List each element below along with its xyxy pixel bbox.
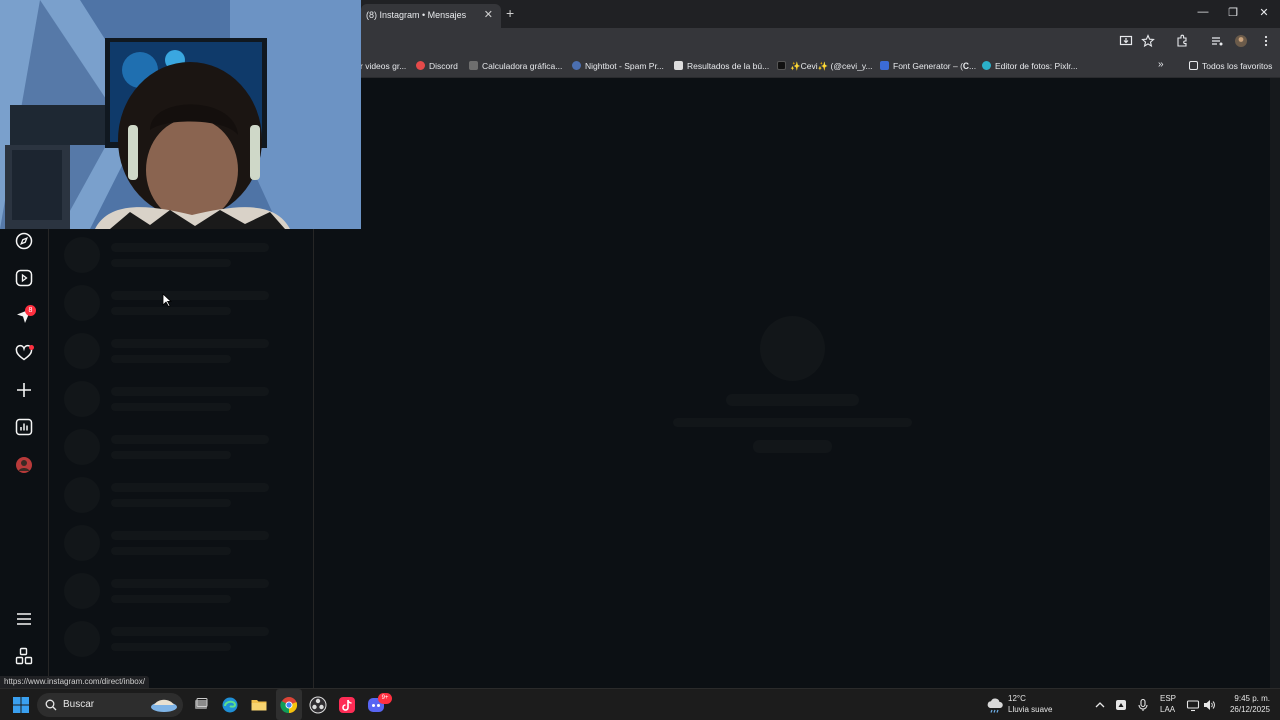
new-tab-button[interactable]: + <box>506 5 514 21</box>
bookmark-item[interactable]: Resultados de la bú... <box>674 61 769 71</box>
clock-time[interactable]: 9:45 p. m. <box>1226 694 1270 703</box>
more-menu-icon[interactable] <box>15 610 33 628</box>
keyboard-language[interactable]: ESP <box>1160 694 1176 703</box>
bookmark-item[interactable]: Editor de fotos: Pixlr... <box>982 61 1078 71</box>
taskbar-search[interactable]: Buscar <box>37 693 183 717</box>
minimize-button[interactable]: — <box>1195 6 1211 18</box>
file-explorer-icon[interactable] <box>250 696 268 714</box>
search-icon <box>45 699 57 711</box>
create-icon[interactable] <box>15 381 33 399</box>
explore-icon[interactable] <box>15 232 33 250</box>
threads-icon[interactable] <box>15 647 33 665</box>
close-window-button[interactable]: ✕ <box>1256 6 1272 19</box>
install-app-icon[interactable] <box>1119 34 1133 48</box>
discord-favicon-icon <box>416 61 425 70</box>
weather-description: Lluvia suave <box>1008 705 1053 714</box>
bookmark-item[interactable]: Nightbot - Spam Pr... <box>572 61 664 71</box>
search-placeholder: Buscar <box>63 699 95 710</box>
calculator-favicon-icon <box>469 61 478 70</box>
search-results-favicon-icon <box>674 61 683 70</box>
chat-button-skeleton <box>753 440 832 453</box>
media-control-icon[interactable] <box>1210 34 1224 48</box>
extensions-icon[interactable] <box>1175 34 1189 48</box>
notifications-dot <box>29 345 34 350</box>
microphone-icon[interactable] <box>1136 698 1150 712</box>
folder-icon <box>1189 61 1198 70</box>
windows-taskbar: Buscar 9+ 12°C Lluvia suave ESP LAA 9:45… <box>0 688 1280 720</box>
discord-badge: 9+ <box>378 693 392 704</box>
obs-studio-icon[interactable] <box>309 696 327 714</box>
chat-title-skeleton <box>726 394 859 406</box>
bookmark-item[interactable]: ✨Cevi✨ (@cevi_y... <box>777 61 873 72</box>
volume-icon[interactable] <box>1202 698 1216 712</box>
task-view-icon[interactable] <box>192 696 210 714</box>
chrome-icon[interactable] <box>280 696 298 714</box>
browser-menu-icon[interactable] <box>1259 34 1273 48</box>
tiktok-live-studio-icon[interactable] <box>338 696 356 714</box>
tab-title: (8) Instagram • Mensajes <box>366 10 467 20</box>
webcam-feed-image <box>0 0 361 229</box>
chat-subtitle-skeleton <box>673 418 912 427</box>
bookmark-item[interactable]: Font Generator – (𝐂... <box>880 61 976 72</box>
dashboard-icon[interactable] <box>15 418 33 436</box>
bookmark-item[interactable]: r videos gr... <box>360 61 406 71</box>
bookmark-item[interactable]: Calculadora gráfica... <box>469 61 562 71</box>
status-url: https://www.instagram.com/direct/inbox/ <box>0 676 149 688</box>
chat-avatar-skeleton <box>760 316 825 381</box>
messages-badge: 8 <box>25 305 36 316</box>
bookmark-star-icon[interactable] <box>1141 34 1155 48</box>
tab-instagram-messages[interactable]: (8) Instagram • Mensajes ✕ <box>361 4 501 28</box>
tray-app-icon[interactable] <box>1114 698 1128 712</box>
bookmark-item[interactable]: Discord <box>416 61 458 71</box>
font-generator-favicon-icon <box>880 61 889 70</box>
profile-avatar-icon[interactable] <box>1234 34 1248 48</box>
edge-icon[interactable] <box>221 696 239 714</box>
tab-close-icon[interactable]: ✕ <box>484 8 493 21</box>
nightbot-favicon-icon <box>572 61 581 70</box>
page-scrollbar[interactable] <box>1270 78 1280 688</box>
all-bookmarks-folder[interactable]: Todos los favoritos <box>1189 61 1272 71</box>
windows-start-icon[interactable] <box>12 696 30 714</box>
keyboard-layout: LAA <box>1160 705 1176 714</box>
mouse-cursor-icon <box>162 293 172 307</box>
network-icon[interactable] <box>1186 698 1200 712</box>
search-highlight-icon <box>151 699 177 712</box>
more-bookmarks-icon[interactable]: » <box>1158 59 1164 70</box>
clock-date: 26/12/2025 <box>1229 705 1270 714</box>
weather-rain-icon[interactable] <box>986 696 1004 714</box>
tiktok-favicon-icon <box>777 61 786 70</box>
restore-button[interactable]: ❐ <box>1225 6 1241 19</box>
weather-temperature: 12°C <box>1008 694 1026 703</box>
pixlr-favicon-icon <box>982 61 991 70</box>
webcam-overlay <box>0 0 361 229</box>
reels-icon[interactable] <box>15 269 33 287</box>
profile-avatar[interactable] <box>15 456 33 474</box>
chevron-up-icon[interactable] <box>1093 698 1107 712</box>
